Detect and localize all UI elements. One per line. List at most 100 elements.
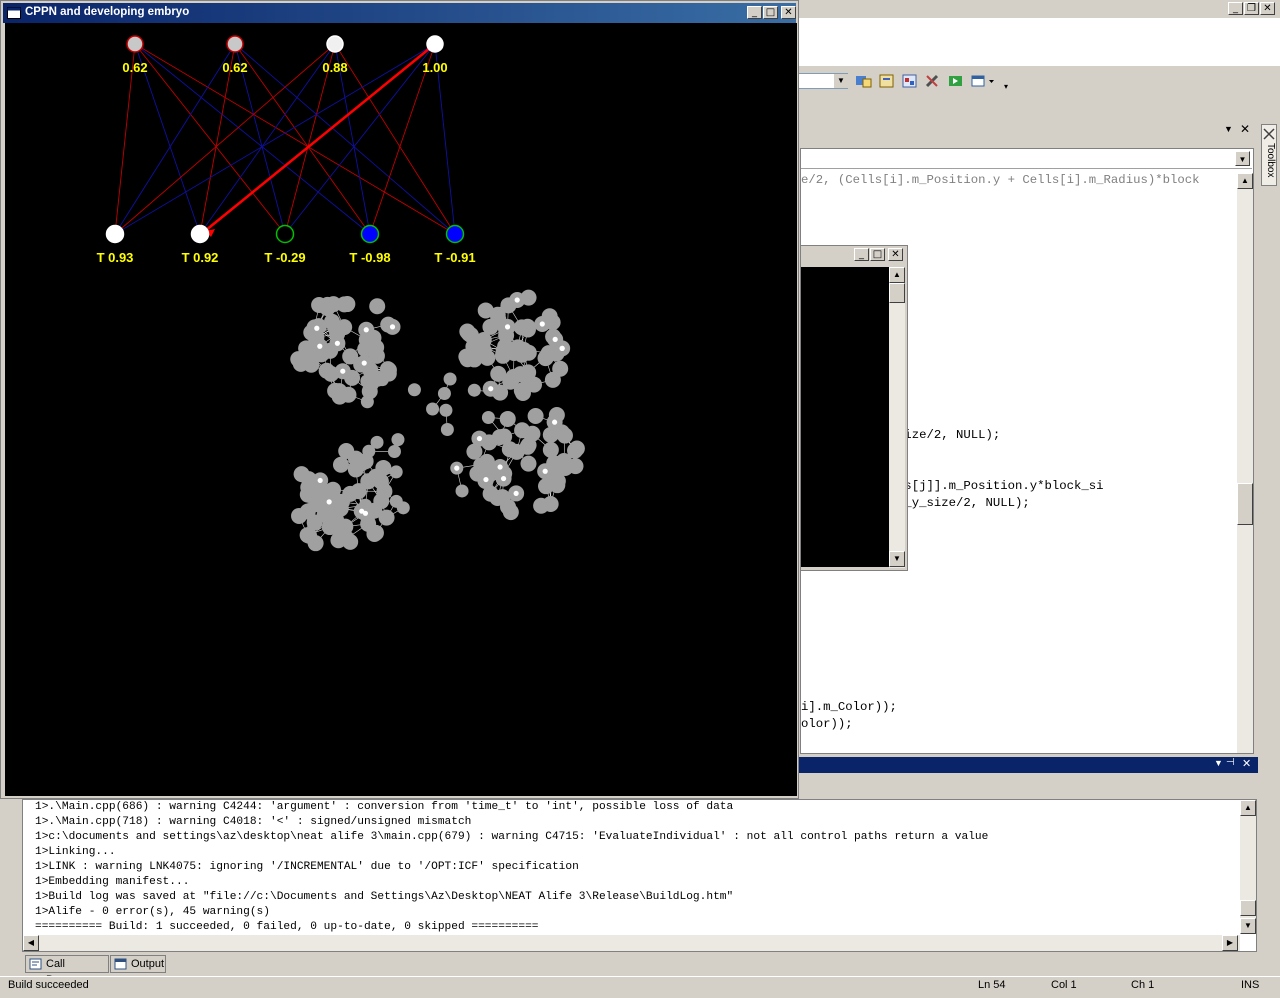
embryo-canvas[interactable]: 0.620.620.881.00T 0.93T 0.92T -0.29T -0.… [5,23,797,796]
embryo-cell [481,434,497,450]
output-line: 1>Embedding manifest... [35,875,988,890]
output-panel-close-icon[interactable]: ✕ [1242,757,1251,770]
embryo-cell [353,357,369,373]
embryo-cell [466,444,482,460]
tab-output-label: Output [131,958,164,970]
embryo-cell [521,437,537,453]
config-dropdown-arrow[interactable]: ▼ [834,74,848,88]
tab-call-browser[interactable]: Call Browser [25,955,109,973]
output-vscrollbar[interactable]: ▲ ▼ [1240,800,1256,934]
embryo-cell-nucleus [505,324,510,329]
embryo-cell-nucleus [515,297,520,302]
output-scroll-down-icon[interactable]: ▼ [1240,918,1256,934]
embryo-cell [468,384,481,397]
ide-minimize-button[interactable]: _ [1228,2,1243,15]
embryo-close-button[interactable]: ✕ [781,6,796,19]
embryo-cell [545,329,561,345]
editor-scroll-thumb[interactable] [1237,483,1253,525]
cppn-output-value: T -0.98 [349,250,390,265]
editor-scrollbar[interactable]: ▲ [1237,173,1253,753]
console-scroll-up-icon[interactable]: ▲ [889,267,905,283]
window-layout-icon[interactable] [970,73,988,89]
output-log: 1>.\Main.cpp(686) : warning C4244: 'argu… [35,800,988,935]
tools-icon[interactable] [924,73,942,89]
embryo-cell [456,484,469,497]
ide-restore-button[interactable]: ❐ [1244,2,1259,15]
code-line: i].m_Color)); [801,700,897,714]
console-scrollbar[interactable]: ▲ ▼ [889,267,905,568]
embryo-cell [543,427,559,443]
code-line: olor)); [801,717,853,731]
console-scroll-thumb[interactable] [889,283,905,303]
console-scroll-down-icon[interactable]: ▼ [889,551,905,567]
embryo-cell [521,345,537,361]
status-char: Ch 1 [1131,979,1154,991]
embryo-cell [506,345,522,361]
embryo-titlebar[interactable]: CPPN and developing embryo _ □ ✕ [3,3,796,23]
embryo-cell [426,403,439,416]
embryo-cell-nucleus [314,326,319,331]
doc-panel-close-icon[interactable]: ✕ [1240,122,1250,136]
output-scroll-left-icon[interactable]: ◀ [23,935,39,951]
output-scroll-right-icon[interactable]: ▶ [1222,935,1238,951]
embryo-cell-nucleus [540,321,545,326]
embryo-cell [567,443,583,459]
embryo-cell [494,489,510,505]
output-line: 1>.\Main.cpp(686) : warning C4244: 'argu… [35,800,988,815]
cppn-input-value: 0.88 [322,60,347,75]
call-browser-icon [29,958,43,971]
find-icon[interactable] [855,73,873,89]
output-hscrollbar[interactable]: ◀ ▶ [23,935,1240,951]
output-pane[interactable]: 1>.\Main.cpp(686) : warning C4244: 'argu… [22,799,1257,952]
embryo-cell [380,317,396,333]
status-bar [0,976,1280,998]
cppn-output-value: T -0.29 [264,250,305,265]
embryo-cell [458,349,474,365]
start-page-icon[interactable] [947,73,965,89]
embryo-cell-nucleus [335,341,340,346]
embryo-cell [339,531,355,547]
cppn-connection [285,44,435,234]
object-browser-icon[interactable] [901,73,919,89]
output-panel-dropdown-icon[interactable]: ▼ [1214,758,1223,768]
embryo-cell-nucleus [317,344,322,349]
embryo-cell [373,493,389,509]
embryo-cell [490,366,506,382]
embryo-cell [338,443,354,459]
embryo-cell [322,519,338,535]
console-close-button[interactable]: ✕ [888,248,903,261]
console-minimize-button[interactable]: _ [854,248,869,261]
ide-close-button[interactable]: ✕ [1260,2,1275,15]
embryo-cell-nucleus [390,324,395,329]
doc-panel-dropdown-icon[interactable]: ▼ [1224,124,1233,134]
output-scroll-up-icon[interactable]: ▲ [1240,800,1256,816]
console-maximize-button[interactable]: □ [870,248,885,261]
embryo-minimize-button[interactable]: _ [747,6,762,19]
tab-output[interactable]: Output [110,955,166,973]
console-screen [801,267,889,567]
embryo-maximize-button[interactable]: □ [763,6,778,19]
embryo-cell [520,319,536,335]
embryo-cell-nucleus [552,420,557,425]
embryo-cell [541,345,557,361]
editor-scroll-up-icon[interactable]: ▲ [1237,173,1253,189]
embryo-cell [357,341,373,357]
toolbox-wrench-icon [1262,127,1276,141]
output-scroll-thumb[interactable] [1240,900,1256,916]
toolbar-overflow-icon[interactable]: ▾ [1004,72,1014,92]
status-line: Ln 54 [978,979,1006,991]
member-dropdown-arrow[interactable]: ▼ [1235,151,1250,166]
embryo-cell [444,373,457,386]
embryo-cell-nucleus [488,386,493,391]
embryo-cell [542,308,558,324]
properties-icon[interactable] [878,73,896,89]
output-panel-pin-icon[interactable]: ⊣ [1226,757,1235,768]
member-dropdown[interactable] [801,150,1252,169]
embryo-window: CPPN and developing embryo _ □ ✕ 0.620.6… [0,0,799,799]
embryo-cell-nucleus [497,464,502,469]
toolbox-tab[interactable]: Toolbox [1261,124,1277,186]
cppn-connection [135,44,285,234]
cppn-input-node [427,36,443,52]
output-line-buildlog[interactable]: 1>Build log was saved at "file://c:\Docu… [35,890,988,905]
cppn-output-node [107,226,124,243]
